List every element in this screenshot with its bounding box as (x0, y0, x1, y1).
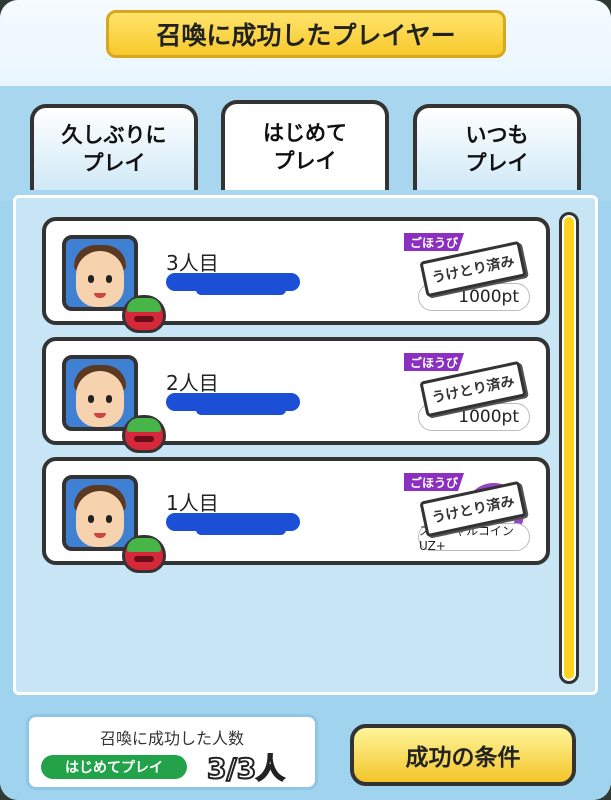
header: 召喚に成功したプレイヤー (0, 0, 611, 89)
page-title: 召喚に成功したプレイヤー (106, 10, 506, 58)
player-avatar (62, 475, 166, 573)
success-condition-button[interactable]: 成功の条件 (350, 724, 576, 786)
yokai-icon (122, 535, 166, 573)
player-rank: 1人目 (166, 491, 219, 515)
player-card: 3人目 ごほうび 1000pt うけとり済み (42, 217, 550, 333)
tab-long-time[interactable]: 久しぶりに プレイ (30, 104, 198, 190)
player-card: 2人目 ごほうび 1000pt うけとり済み (42, 337, 550, 453)
player-rank: 2人目 (166, 371, 219, 395)
summon-count-box: 召喚に成功した人数 はじめてプレイ 3/3人 (26, 714, 318, 790)
first-play-badge: はじめてプレイ (41, 755, 187, 779)
summon-success-panel: 召喚に成功したプレイヤー 久しぶりに プレイ はじめて プレイ いつも プレイ … (0, 0, 611, 800)
yokai-icon (122, 415, 166, 453)
yokai-icon (122, 295, 166, 333)
reward-tag: ごほうび (404, 353, 464, 371)
tab-bar: 久しぶりに プレイ はじめて プレイ いつも プレイ (0, 86, 611, 201)
summary-title: 召喚に成功した人数 (99, 729, 244, 748)
summon-count: 3/3人 (206, 751, 285, 786)
player-avatar (62, 235, 166, 333)
player-avatar (62, 355, 166, 453)
player-list: 3人目 ごほうび 1000pt うけとり済み 2人目 ごほうび 1000pt う… (13, 195, 598, 695)
footer: 召喚に成功した人数 はじめてプレイ 3/3人 成功の条件 (0, 698, 611, 800)
player-rank: 3人目 (166, 251, 219, 275)
scrollbar[interactable] (559, 212, 579, 684)
scrollbar-thumb[interactable] (564, 217, 574, 679)
reward-tag: ごほうび (404, 233, 464, 251)
tab-first-time[interactable]: はじめて プレイ (221, 100, 389, 190)
reward-tag: ごほうび (404, 473, 464, 491)
player-card: 1人目 ごほうび スペシャルコインUZ+ うけとり済み (42, 457, 550, 573)
tab-always[interactable]: いつも プレイ (413, 104, 581, 190)
